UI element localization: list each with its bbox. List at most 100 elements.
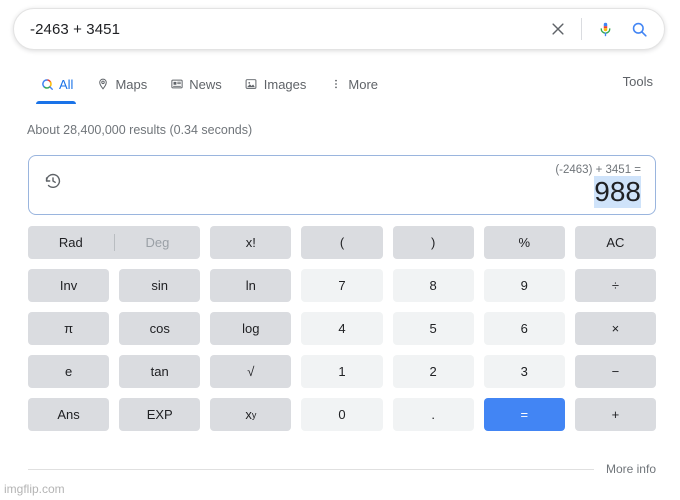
add-button[interactable]: + [574,398,656,431]
calculator-display[interactable]: (-2463) + 3451 = 988 [28,155,656,215]
key-label: √ [247,364,255,379]
exponent-button[interactable]: EXP [119,398,201,431]
key-label: 7 [338,278,346,293]
key-label: EXP [146,407,173,422]
euler-button[interactable]: e [28,355,110,388]
search-nav-tabs: All Maps News Images More Tools [0,74,680,105]
key-label: 5 [429,321,437,336]
key-label: Inv [59,278,78,293]
angle-unit-toggle[interactable]: Rad Deg [28,226,201,259]
factorial-button[interactable]: x! [210,226,292,259]
digit-0-button[interactable]: 0 [301,398,383,431]
key-label: Ans [57,407,80,422]
digit-7-button[interactable]: 7 [301,269,383,302]
key-label: + [611,407,620,422]
nav-tab-maps[interactable]: Maps [84,74,158,104]
digit-5-button[interactable]: 5 [392,312,474,345]
footer-divider [28,468,594,470]
key-label: tan [150,364,169,379]
digit-3-button[interactable]: 3 [483,355,565,388]
key-label: cos [149,321,170,336]
key-label: 8 [429,278,437,293]
calculator-keypad: Rad Deg x! ()% AC Inv sin ln 7 8 9 ÷ π cos log 4 5 6 × e tan… [28,226,656,431]
nav-tab-label: All [59,76,74,92]
subtract-button[interactable]: − [574,355,656,388]
search-submit-icon[interactable] [622,12,656,46]
digit-2-button[interactable]: 2 [392,355,474,388]
key-label: ln [245,278,256,293]
calculator-widget: (-2463) + 3451 = 988 Rad Deg x! ()% AC Inv sin… [28,155,656,431]
divide-button[interactable]: ÷ [574,269,656,302]
digit-6-button[interactable]: 6 [483,312,565,345]
multiply-button[interactable]: × [574,312,656,345]
key-label: 3 [520,364,528,379]
calculator-result[interactable]: 988 [594,176,641,208]
digit-4-button[interactable]: 4 [301,312,383,345]
nav-tab-images[interactable]: Images [233,74,318,104]
key-label: × [611,321,620,336]
nav-tab-more[interactable]: More [317,74,389,104]
digit-1-button[interactable]: 1 [301,355,383,388]
key-label: AC [606,235,625,250]
decimal-point-button[interactable]: . [392,398,474,431]
angle-unit-toggle-inner: Rad Deg [28,234,200,251]
nav-tab-label: Maps [115,76,148,92]
key-label: 0 [338,407,346,422]
log-button[interactable]: log [210,312,292,345]
watermark: imgflip.com [4,482,65,496]
digit-8-button[interactable]: 8 [392,269,474,302]
nav-tab-news[interactable]: News [158,74,233,104]
key-label: π [64,321,74,336]
microphone-icon[interactable] [588,12,622,46]
key-label: = [520,407,529,422]
key-label: − [611,364,620,379]
tan-button[interactable]: tan [119,355,201,388]
key-label: ) [430,235,436,250]
calculator-expression: (-2463) + 3451 = [555,164,641,176]
key-label: ( [339,235,345,250]
key-label: sin [151,278,169,293]
all-clear-button[interactable]: AC [574,226,656,259]
ln-button[interactable]: ln [210,269,292,302]
square-root-button[interactable]: √ [210,355,292,388]
close-paren-button[interactable]: ) [392,226,474,259]
key-label: % [518,235,531,250]
key-label: 6 [520,321,528,336]
key-label: e [64,364,73,379]
pi-button[interactable]: π [28,312,110,345]
inverse-button[interactable]: Inv [28,269,110,302]
nav-tab-label: More [348,76,379,92]
radians-option[interactable]: Rad [28,235,114,250]
cos-button[interactable]: cos [119,312,201,345]
key-label: x! [245,235,256,250]
percent-button[interactable]: % [483,226,565,259]
nav-tab-label: Images [263,76,307,92]
nav-tab-all[interactable]: All [28,74,84,104]
key-label: 9 [520,278,528,293]
map-pin-icon [95,77,110,92]
digit-9-button[interactable]: 9 [483,269,565,302]
key-label: 2 [429,364,437,379]
news-icon [169,77,184,92]
calculator-footer: More info [28,462,656,476]
result-stats: About 28,400,000 results (0.34 seconds) [27,123,253,137]
degrees-option[interactable]: Deg [115,235,201,250]
key-label: 1 [338,364,346,379]
answer-button[interactable]: Ans [28,398,110,431]
open-paren-button[interactable]: ( [301,226,383,259]
search-bar-divider [581,18,582,40]
clear-search-icon[interactable] [541,12,575,46]
equals-button[interactable]: = [483,398,565,431]
more-info-link[interactable]: More info [606,462,656,476]
key-label: . [431,407,435,422]
key-label: log [242,321,260,336]
image-icon [244,77,259,92]
search-input[interactable]: -2463 + 3451 [14,21,541,38]
sin-button[interactable]: sin [119,269,201,302]
power-button[interactable]: xy [210,398,292,431]
tools-button[interactable]: Tools [623,74,680,89]
history-icon[interactable] [43,171,63,191]
nav-tab-label: News [189,76,222,92]
key-superscript: y [251,409,257,420]
search-bar[interactable]: -2463 + 3451 [13,8,665,50]
